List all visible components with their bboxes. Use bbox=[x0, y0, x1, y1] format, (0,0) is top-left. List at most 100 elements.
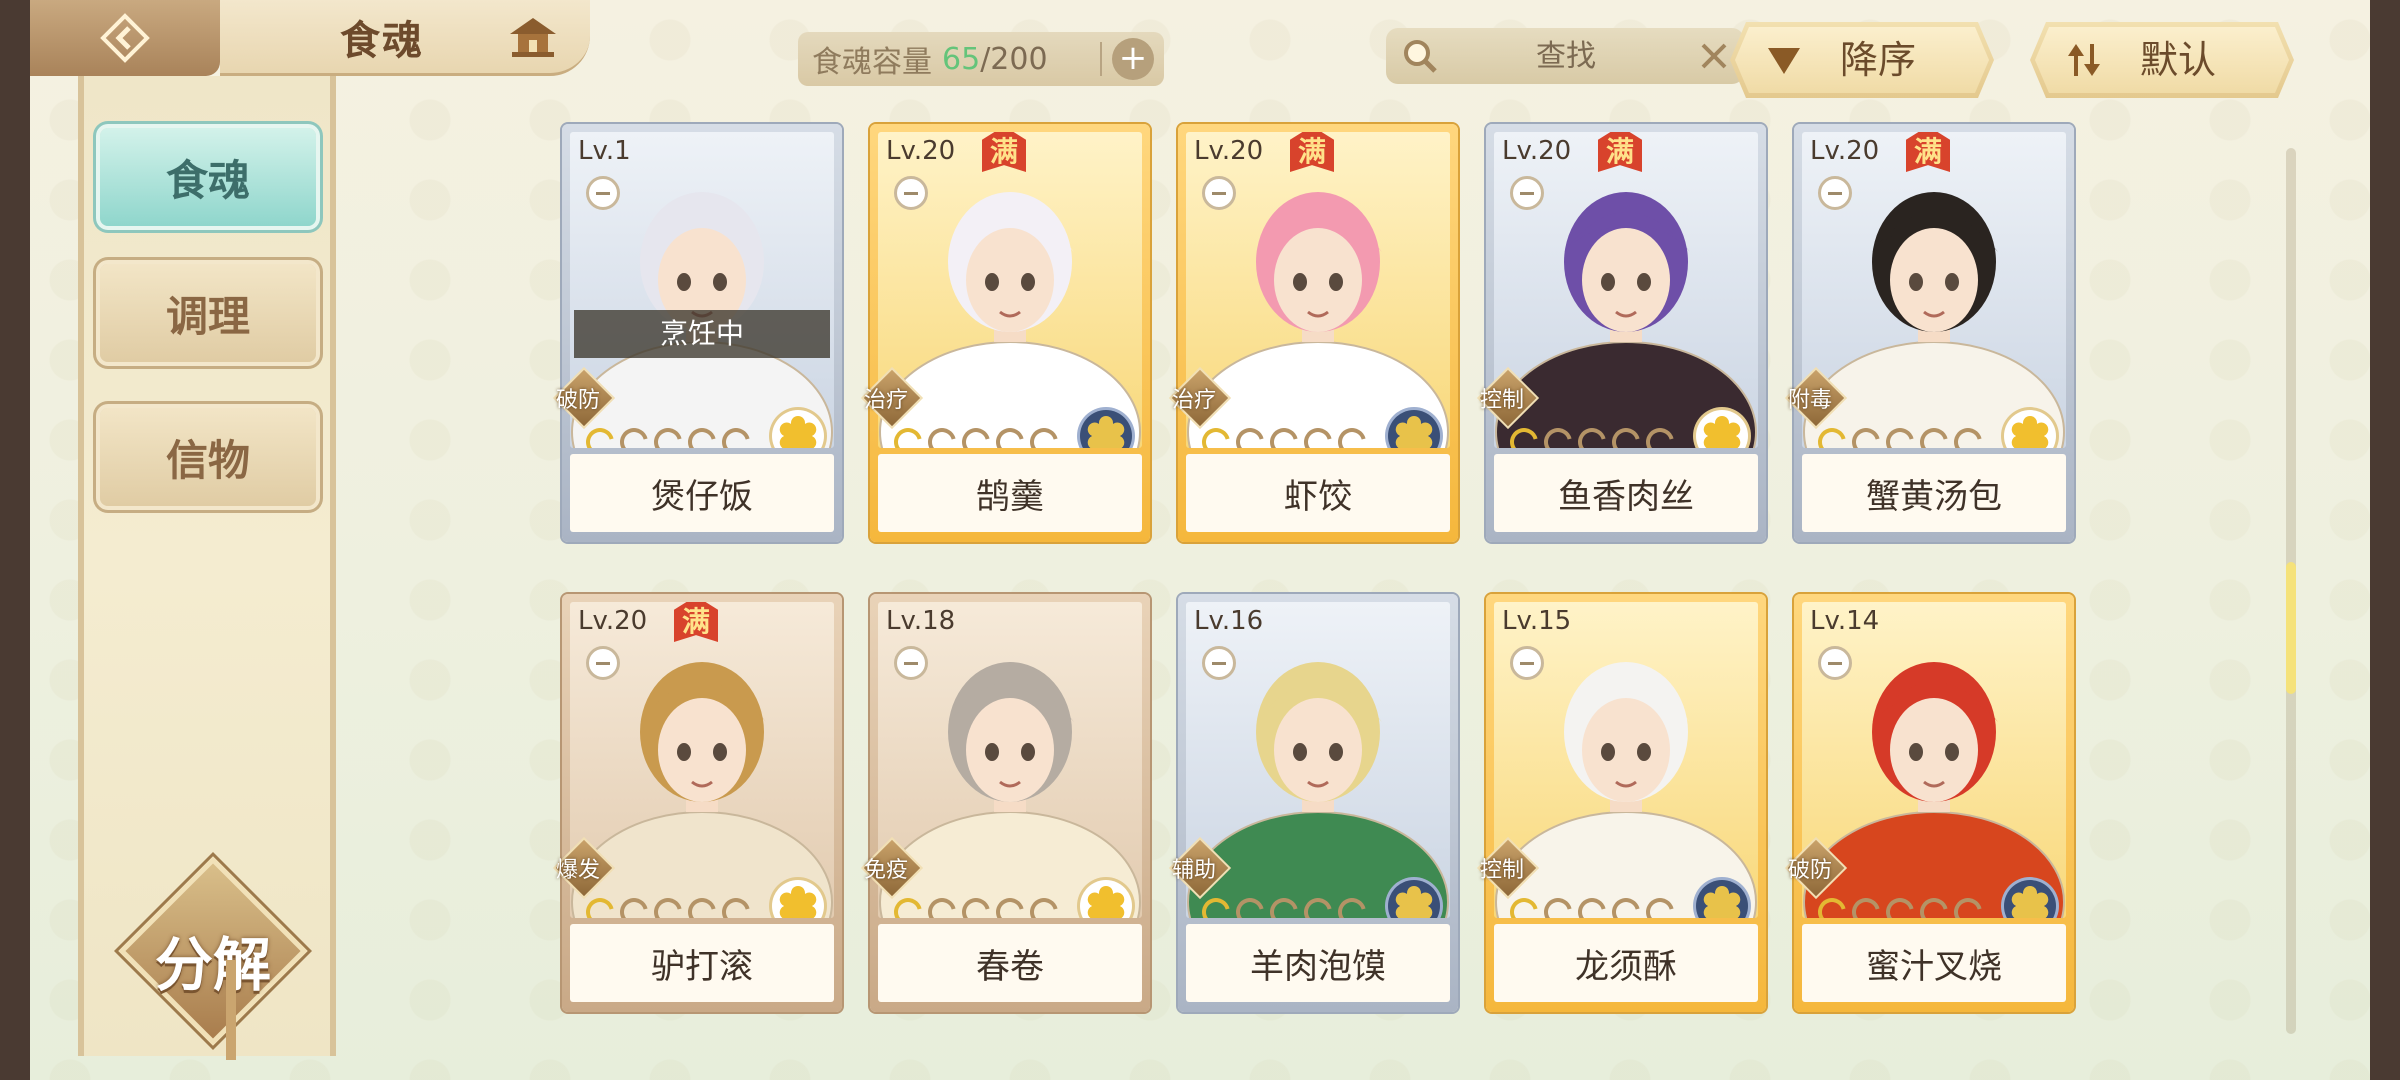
max-level-badge: 满 bbox=[1290, 132, 1334, 172]
capacity-display: 食魂容量 65 /200 + bbox=[798, 32, 1164, 86]
minus-icon bbox=[1202, 176, 1236, 210]
sidebar: 食魂 调理 信物 分解 bbox=[78, 76, 336, 1056]
star-rating bbox=[580, 422, 756, 448]
sidebar-item-label: 食魂 bbox=[165, 155, 250, 205]
food-soul-card[interactable]: Lv.20 满 爆发 驴打滚 bbox=[552, 594, 842, 1012]
capacity-current: 65 bbox=[942, 41, 981, 77]
role-badge: 辅助 bbox=[1168, 836, 1232, 900]
max-level-badge: 满 bbox=[982, 132, 1026, 172]
food-soul-card[interactable]: Lv.1 烹饪中 破防 煲仔饭 bbox=[552, 124, 842, 542]
back-button[interactable] bbox=[30, 0, 220, 76]
close-icon[interactable] bbox=[1698, 40, 1730, 72]
food-soul-card[interactable]: Lv.16 辅助 羊肉泡馍 bbox=[1168, 594, 1458, 1012]
role-label: 治疗 bbox=[864, 388, 909, 413]
level-label: Lv.16 bbox=[1194, 606, 1264, 636]
card-name: 蜜汁叉烧 bbox=[1802, 924, 2066, 1002]
card-name: 虾饺 bbox=[1186, 454, 1450, 532]
expand-capacity-button[interactable]: + bbox=[1112, 38, 1154, 80]
card-name: 春卷 bbox=[878, 924, 1142, 1002]
role-badge: 破防 bbox=[1784, 836, 1848, 900]
sidebar-item-tokens[interactable]: 信物 bbox=[100, 408, 316, 506]
max-level-badge: 满 bbox=[1598, 132, 1642, 172]
minus-icon bbox=[1818, 176, 1852, 210]
card-name: 鹄羹 bbox=[878, 454, 1142, 532]
capacity-label: 食魂容量 bbox=[812, 45, 932, 80]
device-frame-left bbox=[0, 0, 30, 1080]
star-rating bbox=[1812, 892, 1988, 918]
sort-order-button[interactable]: 降序 bbox=[1730, 22, 1994, 98]
card-name: 蟹黄汤包 bbox=[1802, 454, 2066, 532]
star-rating bbox=[888, 422, 1064, 448]
role-label: 破防 bbox=[556, 388, 601, 413]
minus-icon bbox=[894, 176, 928, 210]
card-name: 鱼香肉丝 bbox=[1494, 454, 1758, 532]
screen: 食魂 食魂容量 65 /200 + 查找 降序 默认 食魂 调理 信物 分解 L… bbox=[30, 0, 2370, 1080]
minus-icon bbox=[586, 646, 620, 680]
home-icon[interactable] bbox=[506, 14, 560, 60]
food-soul-card[interactable]: Lv.15 控制 龙须酥 bbox=[1476, 594, 1766, 1012]
minus-icon bbox=[1510, 646, 1544, 680]
card-name: 煲仔饭 bbox=[570, 454, 834, 532]
level-label: Lv.14 bbox=[1810, 606, 1880, 636]
minus-icon bbox=[1818, 646, 1852, 680]
minus-icon bbox=[1202, 646, 1236, 680]
sort-mode-label: 默认 bbox=[2140, 38, 2217, 82]
star-rating bbox=[580, 892, 756, 918]
sort-order-label: 降序 bbox=[1840, 38, 1917, 82]
role-label: 免疫 bbox=[864, 858, 909, 883]
sidebar-item-label: 信物 bbox=[165, 435, 250, 485]
max-level-label: 满 bbox=[681, 605, 710, 638]
search-box[interactable] bbox=[1386, 28, 1744, 84]
decompose-button[interactable]: 分解 bbox=[118, 856, 308, 1046]
role-label: 破防 bbox=[1788, 858, 1833, 883]
role-label: 控制 bbox=[1480, 388, 1525, 413]
star-rating bbox=[1196, 422, 1372, 448]
sort-mode-button[interactable]: 默认 bbox=[2030, 22, 2294, 98]
capacity-max: /200 bbox=[980, 41, 1048, 77]
role-badge: 附毒 bbox=[1784, 366, 1848, 430]
search-input[interactable] bbox=[1456, 28, 1676, 84]
food-soul-card[interactable]: Lv.18 免疫 春卷 bbox=[860, 594, 1150, 1012]
role-badge: 治疗 bbox=[860, 366, 924, 430]
card-name: 羊肉泡馍 bbox=[1186, 924, 1450, 1002]
star-rating bbox=[1504, 892, 1680, 918]
max-level-label: 满 bbox=[1913, 135, 1942, 168]
scrollbar-thumb[interactable] bbox=[2286, 562, 2296, 694]
search-icon bbox=[1400, 36, 1440, 76]
role-badge: 破防 bbox=[552, 366, 616, 430]
level-label: Lv.15 bbox=[1502, 606, 1572, 636]
star-rating bbox=[1812, 422, 1988, 448]
role-label: 控制 bbox=[1480, 858, 1525, 883]
food-soul-card[interactable]: Lv.20 满 治疗 虾饺 bbox=[1168, 124, 1458, 542]
role-label: 辅助 bbox=[1172, 858, 1217, 883]
max-level-label: 满 bbox=[1605, 135, 1634, 168]
minus-icon bbox=[1510, 176, 1544, 210]
star-rating bbox=[1504, 422, 1680, 448]
max-level-label: 满 bbox=[1297, 135, 1326, 168]
star-rating bbox=[1196, 892, 1372, 918]
device-frame-right bbox=[2370, 0, 2400, 1080]
sidebar-item-food-souls[interactable]: 食魂 bbox=[100, 128, 316, 226]
role-label: 附毒 bbox=[1788, 388, 1833, 413]
level-label: Lv.20 bbox=[1194, 136, 1264, 166]
max-level-label: 满 bbox=[989, 135, 1018, 168]
triangle-down-icon bbox=[1766, 42, 1802, 78]
capacity-divider bbox=[1100, 42, 1102, 76]
level-label: Lv.18 bbox=[886, 606, 956, 636]
role-badge: 控制 bbox=[1476, 366, 1540, 430]
food-soul-card[interactable]: Lv.14 破防 蜜汁叉烧 bbox=[1784, 594, 2074, 1012]
star-rating bbox=[888, 892, 1064, 918]
back-arrow-icon bbox=[99, 12, 151, 64]
food-soul-card[interactable]: Lv.20 满 控制 鱼香肉丝 bbox=[1476, 124, 1766, 542]
cooking-status: 烹饪中 bbox=[574, 310, 830, 358]
food-soul-card[interactable]: Lv.20 满 附毒 蟹黄汤包 bbox=[1784, 124, 2074, 542]
sidebar-item-conditioning[interactable]: 调理 bbox=[100, 264, 316, 362]
title-tab: 食魂 bbox=[220, 0, 590, 76]
role-badge: 治疗 bbox=[1168, 366, 1232, 430]
level-label: Lv.20 bbox=[886, 136, 956, 166]
minus-icon bbox=[894, 646, 928, 680]
food-soul-card[interactable]: Lv.20 满 治疗 鹄羹 bbox=[860, 124, 1150, 542]
card-name: 驴打滚 bbox=[570, 924, 834, 1002]
role-badge: 控制 bbox=[1476, 836, 1540, 900]
level-label: Lv.20 bbox=[1502, 136, 1572, 166]
